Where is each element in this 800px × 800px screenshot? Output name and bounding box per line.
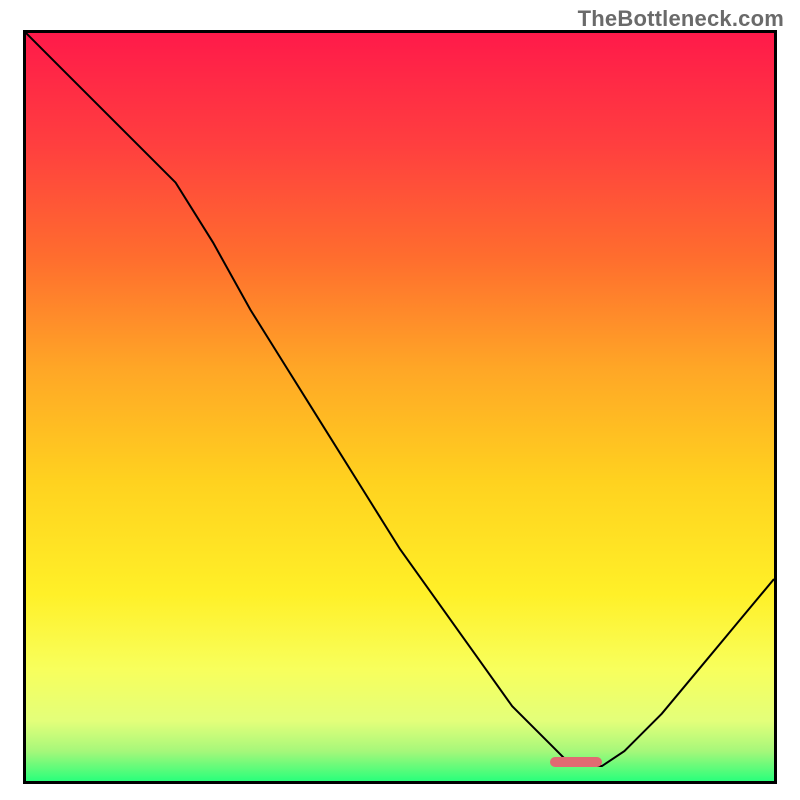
chart-area xyxy=(26,33,774,781)
chart-frame xyxy=(23,30,777,784)
curve-line xyxy=(26,33,774,781)
watermark-text: TheBottleneck.com xyxy=(578,6,784,32)
minimum-marker xyxy=(550,757,602,767)
